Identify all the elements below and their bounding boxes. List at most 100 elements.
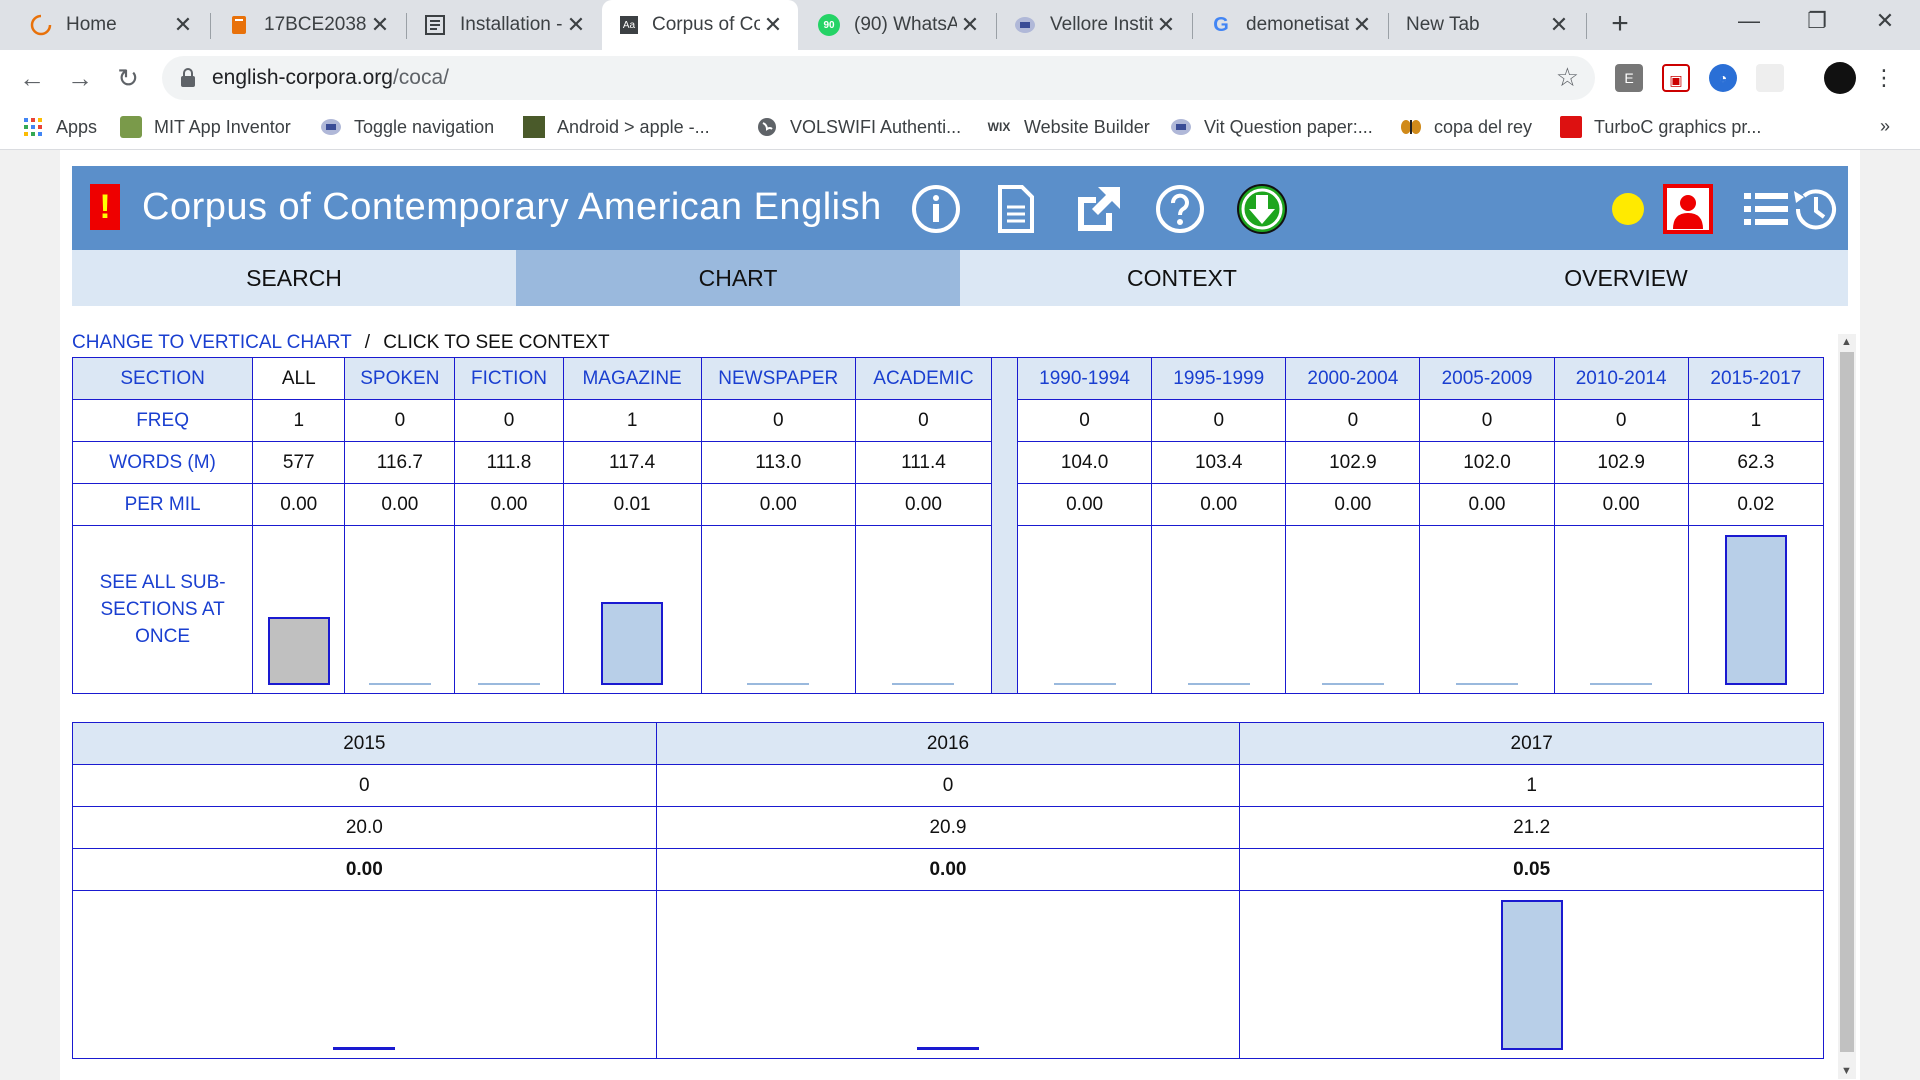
info-icon[interactable] bbox=[910, 183, 962, 235]
see-all-subsections-link[interactable]: SEE ALL SUB-SECTIONS AT ONCE bbox=[71, 525, 254, 694]
col-spoken[interactable]: SPOKEN bbox=[344, 357, 456, 400]
back-button[interactable]: ← bbox=[14, 60, 50, 96]
words-value: 102.9 bbox=[1285, 441, 1421, 484]
reload-button[interactable]: ↻ bbox=[110, 60, 146, 96]
more-bookmarks-button[interactable]: » bbox=[1880, 116, 1890, 137]
page-title: Corpus of Contemporary American English bbox=[142, 186, 882, 228]
close-icon[interactable]: ✕ bbox=[367, 12, 393, 38]
minimize-button[interactable]: — bbox=[1714, 0, 1784, 46]
bookmark-label: VOLSWIFI Authenti... bbox=[790, 116, 962, 137]
restore-button[interactable]: ❐ bbox=[1782, 0, 1852, 46]
extension-swirl-icon[interactable]: ◔ bbox=[1709, 64, 1737, 92]
tab-demonetisation[interactable]: G demonetisat ✕ bbox=[1192, 0, 1387, 50]
col-2005-2009[interactable]: 2005-2009 bbox=[1419, 357, 1555, 400]
col-1995-1999[interactable]: 1995-1999 bbox=[1151, 357, 1287, 400]
bar-cell bbox=[344, 525, 456, 694]
forward-button[interactable]: → bbox=[62, 60, 98, 96]
tab-corpus[interactable]: Aa Corpus of Co ✕ bbox=[602, 0, 798, 50]
col-2015-2017[interactable]: 2015-2017 bbox=[1687, 357, 1825, 400]
bar-all[interactable] bbox=[267, 617, 330, 685]
col-fiction[interactable]: FICTION bbox=[454, 357, 564, 400]
list-icon[interactable] bbox=[1740, 183, 1792, 235]
status-dot bbox=[1612, 193, 1644, 225]
tab-newtab[interactable]: New Tab ✕ bbox=[1388, 0, 1584, 50]
bookmark-apps[interactable]: Apps bbox=[22, 116, 97, 138]
document-icon[interactable] bbox=[990, 183, 1042, 235]
close-icon[interactable]: ✕ bbox=[957, 12, 983, 38]
col-1990-1994[interactable]: 1990-1994 bbox=[1017, 357, 1153, 400]
year-header-row: 2015 2016 2017 bbox=[72, 722, 1824, 765]
bar-cell bbox=[252, 525, 346, 694]
col-newspaper[interactable]: NEWSPAPER bbox=[700, 357, 856, 400]
freq-value[interactable]: 1 bbox=[1687, 399, 1825, 442]
bookmark-star-icon[interactable]: ☆ bbox=[1556, 62, 1579, 93]
tab-home[interactable]: Home ✕ bbox=[12, 0, 208, 50]
bookmark-mit-app-inventor[interactable]: MIT App Inventor bbox=[120, 116, 291, 138]
app-header: ! Corpus of Contemporary American Englis… bbox=[72, 166, 1848, 250]
tab-title: 17BCE2038 bbox=[264, 14, 367, 35]
bar-magazine[interactable] bbox=[601, 602, 664, 685]
change-to-vertical-chart-link[interactable]: CHANGE TO VERTICAL CHART bbox=[72, 332, 351, 353]
bookmark-vit-question-paper[interactable]: Vit Question paper:... bbox=[1170, 116, 1373, 138]
close-icon[interactable]: ✕ bbox=[1546, 12, 1572, 38]
bookmark-volswifi[interactable]: VOLSWIFI Authenti... bbox=[756, 116, 961, 138]
col-academic[interactable]: ACADEMIC bbox=[854, 357, 993, 400]
col-2016: 2016 bbox=[655, 722, 1241, 765]
tab-title: Vellore Instit bbox=[1050, 14, 1153, 35]
words-value: 21.2 bbox=[1239, 806, 1824, 849]
bookmark-toggle-navigation[interactable]: Toggle navigation bbox=[320, 116, 494, 138]
bookmark-turboc[interactable]: TurboC graphics pr... bbox=[1560, 116, 1761, 138]
bookmark-copa-del-rey[interactable]: copa del rey bbox=[1400, 116, 1532, 138]
freq-value[interactable]: 1 bbox=[1239, 764, 1824, 807]
tab-overview[interactable]: OVERVIEW bbox=[1404, 250, 1848, 306]
profile-avatar[interactable] bbox=[1824, 62, 1856, 94]
download-icon[interactable] bbox=[1236, 183, 1288, 235]
bar-2017[interactable] bbox=[1500, 900, 1563, 1050]
tab-17bce2038[interactable]: 17BCE2038 ✕ bbox=[210, 0, 405, 50]
freq-value[interactable]: 1 bbox=[562, 399, 702, 442]
words-value: 62.3 bbox=[1687, 441, 1825, 484]
col-magazine[interactable]: MAGAZINE bbox=[562, 357, 702, 400]
close-window-button[interactable]: ✕ bbox=[1850, 0, 1920, 46]
help-icon[interactable] bbox=[1154, 183, 1206, 235]
user-profile-icon[interactable] bbox=[1662, 183, 1714, 235]
per-mil-value: 0.00 bbox=[655, 848, 1241, 891]
app-inventor-icon bbox=[120, 116, 142, 138]
tab-search[interactable]: SEARCH bbox=[72, 250, 516, 306]
close-icon[interactable]: ✕ bbox=[1349, 12, 1375, 38]
tab-whatsapp[interactable]: 90 (90) WhatsAp ✕ bbox=[800, 0, 995, 50]
address-bar[interactable]: english-corpora.org/coca/ ☆ bbox=[162, 56, 1595, 100]
extension-e-icon[interactable]: E bbox=[1615, 64, 1643, 92]
history-icon[interactable] bbox=[1788, 183, 1840, 235]
extension-blank-icon[interactable] bbox=[1756, 64, 1784, 92]
new-tab-button[interactable]: + bbox=[1603, 8, 1637, 42]
close-icon[interactable]: ✕ bbox=[170, 12, 196, 38]
bar-2000-2004 bbox=[1321, 683, 1384, 685]
tab-vellore[interactable]: Vellore Instit ✕ bbox=[996, 0, 1191, 50]
vertical-scrollbar[interactable]: ▲ ▼ bbox=[1838, 334, 1856, 1079]
click-to-see-context-link[interactable]: CLICK TO SEE CONTEXT bbox=[383, 332, 609, 353]
bar-cell bbox=[562, 525, 702, 694]
tab-chart[interactable]: CHART bbox=[516, 250, 960, 306]
freq-value: 0 bbox=[1419, 399, 1555, 442]
bar-cell bbox=[1239, 890, 1824, 1059]
scroll-up-icon[interactable]: ▲ bbox=[1841, 336, 1852, 348]
bookmark-android-apple[interactable]: Android > apple -... bbox=[523, 116, 710, 138]
chrome-menu-icon[interactable]: ⋮ bbox=[1870, 64, 1898, 92]
bar-2015-2017[interactable] bbox=[1724, 535, 1787, 685]
scroll-down-icon[interactable]: ▼ bbox=[1841, 1065, 1852, 1077]
scrollbar-thumb[interactable] bbox=[1840, 352, 1854, 1052]
tab-context[interactable]: CONTEXT bbox=[960, 250, 1404, 306]
close-icon[interactable]: ✕ bbox=[1153, 12, 1179, 38]
col-2010-2014[interactable]: 2010-2014 bbox=[1553, 357, 1689, 400]
mcafee-extension-icon[interactable]: ▣ bbox=[1662, 64, 1690, 92]
browser-toolbar: ← → ↻ english-corpora.org/coca/ ☆ E ▣ ◔ … bbox=[0, 50, 1920, 106]
bookmark-website-builder[interactable]: WIX Website Builder bbox=[986, 116, 1150, 138]
lock-icon bbox=[180, 67, 196, 89]
alert-icon[interactable]: ! bbox=[90, 184, 120, 230]
tab-installation[interactable]: Installation - ✕ bbox=[406, 0, 601, 50]
col-2000-2004[interactable]: 2000-2004 bbox=[1285, 357, 1421, 400]
external-link-icon[interactable] bbox=[1072, 183, 1124, 235]
close-icon[interactable]: ✕ bbox=[563, 12, 589, 38]
close-icon[interactable]: ✕ bbox=[760, 12, 786, 38]
